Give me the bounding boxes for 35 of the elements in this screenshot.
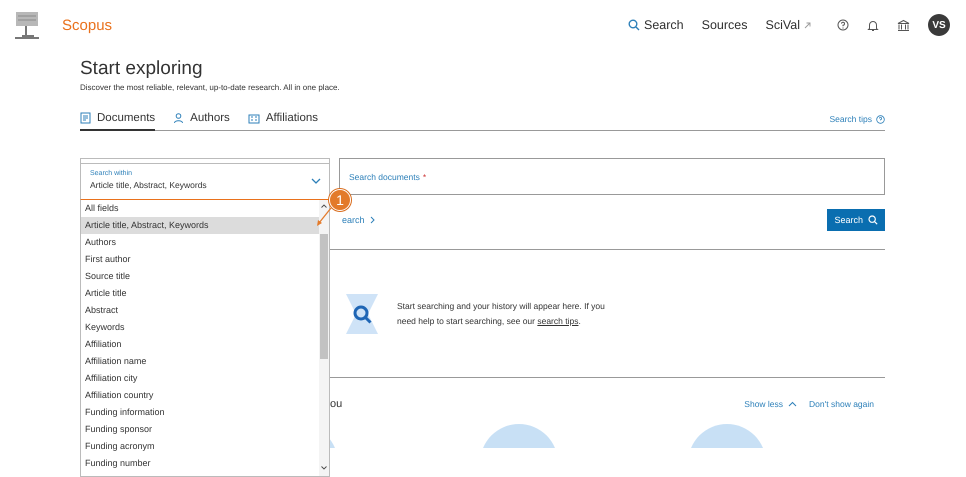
tab[interactable]: Affiliations [248, 112, 318, 131]
nav-link[interactable]: Sources [702, 18, 748, 32]
nav-link[interactable]: Search [628, 18, 684, 32]
dropdown-option[interactable]: All fields [81, 200, 319, 217]
user-avatar[interactable]: VS [928, 14, 950, 36]
page-subtitle: Discover the most reliable, relevant, up-to-date research. All in one place. [80, 83, 341, 92]
section-title: ou [330, 398, 342, 410]
dropdown-option[interactable]: Funding number [81, 455, 319, 472]
page-title: Start exploring [80, 58, 204, 80]
tab[interactable]: Documents [80, 112, 156, 131]
dont-show-again-link[interactable]: Don't show again [809, 399, 874, 409]
dropdown-option[interactable]: Funding acronym [81, 438, 319, 455]
show-less-link[interactable]: Show less [744, 399, 798, 409]
dropdown-option[interactable]: Source title [81, 268, 319, 285]
dropdown-option[interactable]: Authors [81, 234, 319, 251]
step-marker: 1 [329, 189, 351, 211]
dropdown-option[interactable]: Funding information [81, 404, 319, 421]
dropdown-option[interactable]: First author [81, 251, 319, 268]
dropdown-option[interactable]: Article title, Abstract, Keywords [81, 217, 319, 234]
history-message: Start searching and your history will appear here. If you need help to start searching, see our search tips. [397, 300, 606, 328]
search-button[interactable]: Search [827, 209, 885, 231]
search-tips-link[interactable]: Search tips [829, 114, 885, 130]
dropdown-option[interactable]: Affiliation name [81, 353, 319, 370]
dropdown-option[interactable]: Keywords [81, 319, 319, 336]
tab[interactable]: Authors [173, 112, 230, 131]
dropdown-option[interactable]: Article title [81, 285, 319, 302]
advanced-search-link[interactable]: earch [342, 215, 375, 225]
dropdown-option[interactable]: Affiliation country [81, 387, 319, 404]
dropdown-option[interactable]: Affiliation city [81, 370, 319, 387]
nav-link[interactable]: SciVal [765, 18, 811, 32]
search-field[interactable]: Search documents * [339, 158, 885, 195]
dropdown-option[interactable]: Abstract [81, 302, 319, 319]
dropdown-option[interactable]: Affiliation [81, 336, 319, 353]
search-tips-link[interactable]: search tips [537, 316, 578, 326]
dropdown-option[interactable]: Funding sponsor [81, 421, 319, 438]
